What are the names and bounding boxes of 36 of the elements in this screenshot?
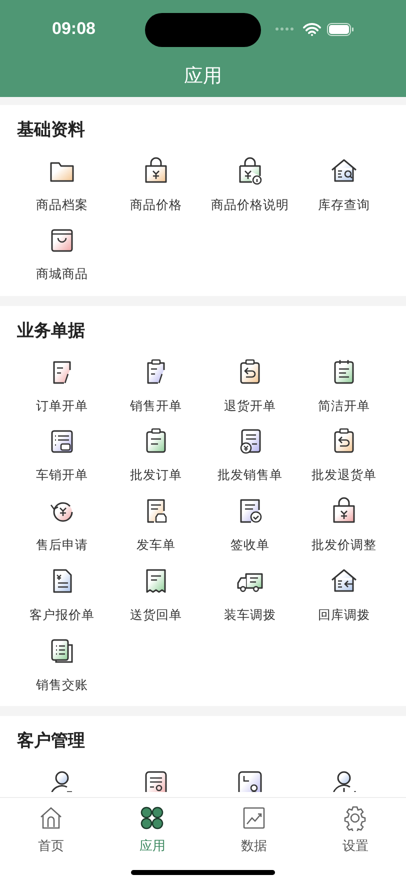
tab-item[interactable]: 应用 bbox=[102, 805, 203, 856]
app-shortcut[interactable]: 回库调拨 bbox=[297, 564, 391, 624]
app-shortcut[interactable]: 批发销售单 bbox=[203, 425, 297, 485]
app-shortcut[interactable]: 批发价调整 bbox=[297, 495, 391, 555]
app-shortcut[interactable]: 装车调拨 bbox=[203, 564, 297, 624]
app-shortcut[interactable]: 销售开单 bbox=[109, 356, 203, 416]
app-shortcut[interactable]: 退货开单 bbox=[203, 356, 297, 416]
battery-icon bbox=[327, 22, 354, 36]
grid-icon bbox=[139, 805, 166, 831]
app-shortcut[interactable]: 批发退货单 bbox=[297, 425, 391, 485]
app-shortcut[interactable]: 商品档案 bbox=[15, 154, 109, 214]
tab-item[interactable]: 设置 bbox=[304, 805, 406, 856]
settings-icon bbox=[342, 805, 368, 831]
app-shortcut[interactable]: 订单开单 bbox=[15, 356, 109, 416]
app-shortcut[interactable]: 批发订单 bbox=[109, 425, 203, 485]
app-shortcut[interactable]: 送货回单 bbox=[109, 564, 203, 624]
app-shortcut[interactable]: 库存查询 bbox=[297, 154, 391, 214]
app-shortcut[interactable]: 售后申请 bbox=[15, 495, 109, 555]
app-shortcut[interactable]: 商品价格说明 bbox=[203, 154, 297, 214]
chart-icon bbox=[240, 805, 267, 831]
app-shortcut[interactable]: 销售交账 bbox=[15, 634, 109, 694]
section-title: 客户管理 bbox=[16, 730, 86, 752]
section-title: 业务单据 bbox=[16, 320, 86, 342]
wifi-icon bbox=[303, 22, 321, 36]
tab-item[interactable]: 首页 bbox=[0, 805, 102, 856]
app-shortcut[interactable]: 商城商品 bbox=[15, 224, 109, 284]
app-shortcut[interactable]: 客户报价单 bbox=[15, 564, 109, 624]
tab-item[interactable]: 数据 bbox=[203, 805, 304, 856]
app-shortcut[interactable]: 商品价格 bbox=[109, 154, 203, 214]
app-shortcut[interactable]: 签收单 bbox=[203, 495, 297, 555]
app-shortcut[interactable]: 简洁开单 bbox=[297, 356, 391, 416]
app-shortcut[interactable]: 车销开单 bbox=[15, 425, 109, 485]
status-time: 09:08 bbox=[52, 18, 96, 40]
page-title: 应用 bbox=[184, 65, 222, 90]
section-title: 基础资料 bbox=[16, 119, 86, 141]
app-shortcut[interactable]: 发车单 bbox=[109, 495, 203, 555]
